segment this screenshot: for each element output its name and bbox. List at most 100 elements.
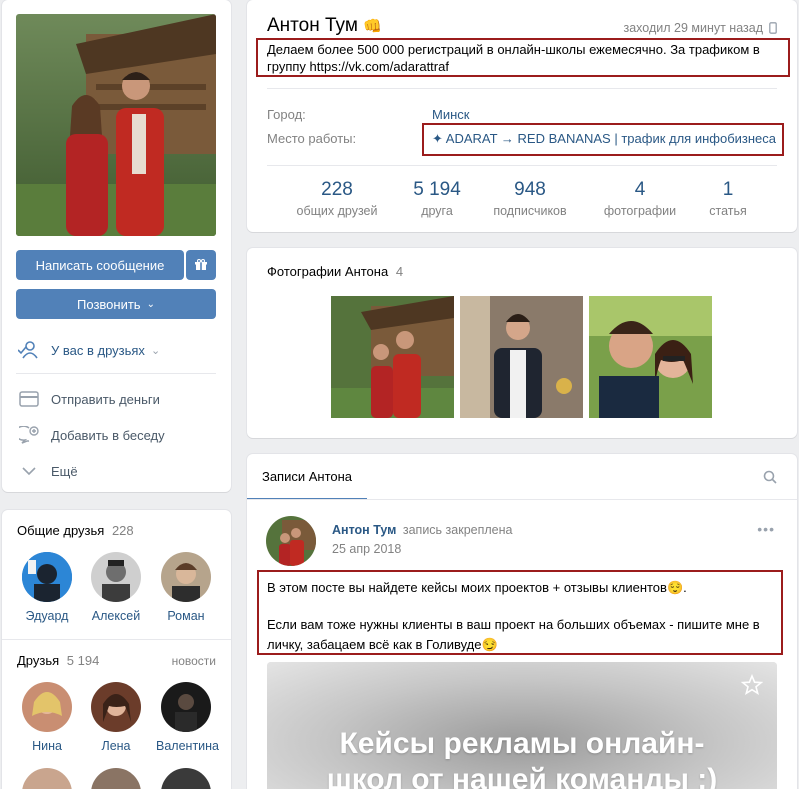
post-date[interactable]: 25 апр 2018	[332, 542, 401, 556]
photos-header[interactable]: Фотографии Антона 4	[267, 264, 403, 279]
search-icon[interactable]	[763, 470, 777, 487]
call-button[interactable]: Позвонить ⌄	[16, 289, 216, 319]
avatar	[91, 682, 141, 732]
friend-name: Роман	[167, 609, 205, 623]
friend-item[interactable]: Валентина	[156, 682, 220, 753]
counter-common-friends[interactable]: 228 общих друзей	[287, 179, 387, 218]
send-money-label: Отправить деньги	[51, 391, 160, 407]
friend-item[interactable]: Эдуард	[17, 552, 77, 623]
send-money-item[interactable]: Отправить деньги	[18, 389, 160, 409]
avatar	[22, 768, 72, 789]
counter-label: друга	[421, 204, 453, 218]
photo-thumb[interactable]	[460, 296, 583, 418]
avatar	[161, 682, 211, 732]
divider	[267, 88, 777, 89]
user-check-icon	[18, 340, 40, 360]
avatar	[22, 552, 72, 602]
info-value-city[interactable]: Минск	[432, 107, 469, 122]
counter-value: 4	[634, 179, 646, 200]
mobile-icon	[769, 22, 777, 34]
counter-label: общих друзей	[296, 204, 378, 218]
avatar[interactable]	[266, 516, 316, 566]
counter-followers[interactable]: 948 подписчиков	[485, 179, 575, 218]
send-message-label: Написать сообщение	[35, 257, 165, 273]
highlight-workplace	[422, 123, 784, 156]
counter-label: фотографии	[603, 204, 677, 218]
last-seen-text: заходил 29 минут назад	[623, 21, 763, 35]
counter-photos[interactable]: 4 фотографии	[597, 179, 683, 218]
gift-button[interactable]	[186, 250, 216, 280]
info-label-city: Город:	[267, 107, 306, 122]
photo-thumb[interactable]	[331, 296, 454, 418]
more-item[interactable]: Ещё	[18, 461, 78, 481]
friends-status-dropdown[interactable]: У вас в друзьях ⌄	[18, 340, 160, 360]
friend-name: Лена	[101, 739, 131, 753]
divider	[267, 165, 777, 166]
counter-value: 948	[514, 179, 546, 200]
counter-articles[interactable]: 1 статья	[697, 179, 759, 218]
avatar	[91, 768, 141, 789]
friend-name: Алексей	[91, 609, 141, 623]
photo-thumb[interactable]	[589, 296, 712, 418]
divider	[16, 373, 216, 374]
profile-info-card: Антон Тум 👊 заходил 29 минут назад Делае…	[247, 0, 797, 232]
friend-name: Валентина	[156, 739, 220, 753]
friend-name: Нина	[32, 739, 62, 753]
avatar	[161, 552, 211, 602]
friends-updates-link[interactable]: новости	[172, 654, 216, 668]
last-seen: заходил 29 минут назад	[623, 21, 777, 35]
page-title: Антон Тум 👊	[267, 15, 382, 37]
avatar	[22, 682, 72, 732]
send-message-button[interactable]: Написать сообщение	[16, 250, 184, 280]
friend-item[interactable]: Роман	[156, 552, 216, 623]
photos-title: Фотографии Антона	[267, 264, 389, 279]
post-menu-icon[interactable]: •••	[757, 521, 775, 537]
friends-header[interactable]: Друзья 5 194	[17, 653, 99, 668]
chevron-down-icon: ⌄	[150, 344, 161, 357]
friend-item[interactable]: Нина	[17, 682, 77, 753]
common-friends-header[interactable]: Общие друзья 228	[17, 523, 134, 538]
tab-wall-posts-label: Записи Антона	[261, 468, 353, 484]
friends-title: Друзья	[17, 653, 60, 668]
fist-icon: 👊	[363, 18, 382, 35]
money-card-icon	[18, 389, 40, 409]
friend-name: Эдуард	[25, 609, 69, 623]
call-label: Позвонить	[77, 296, 141, 312]
profile-name: Антон Тум	[267, 15, 358, 36]
divider	[2, 639, 231, 640]
highlight-post-text	[257, 570, 783, 655]
post-image-caption: Кейсы рекламы онлайн-школ от нашей коман…	[326, 727, 718, 789]
friends-status-label: У вас в друзьях	[51, 342, 145, 358]
counter-label: подписчиков	[493, 204, 567, 218]
chat-add-icon	[18, 425, 40, 445]
post-header: Антон Тум запись закреплена	[332, 523, 512, 537]
gift-icon	[195, 259, 207, 271]
post-author[interactable]: Антон Тум	[332, 523, 396, 537]
avatar	[91, 552, 141, 602]
avatar	[161, 768, 211, 789]
divider	[247, 499, 797, 500]
photos-count: 4	[395, 264, 404, 279]
star-icon[interactable]	[740, 673, 764, 699]
friend-item[interactable]: Алексей	[86, 552, 146, 623]
info-label-work: Место работы:	[267, 131, 357, 146]
more-label: Ещё	[51, 463, 78, 479]
friends-count: 5 194	[66, 653, 100, 668]
counter-value: 228	[321, 179, 353, 200]
counter-value: 1	[722, 179, 734, 200]
add-to-chat-item[interactable]: Добавить в беседу	[18, 425, 165, 445]
counter-friends[interactable]: 5 194 друга	[397, 179, 477, 218]
chevron-down-icon	[18, 461, 40, 481]
highlight-status	[256, 38, 790, 77]
profile-photo[interactable]	[16, 14, 216, 236]
post-image[interactable]: Кейсы рекламы онлайн-школ от нашей коман…	[267, 662, 777, 789]
tab-wall-posts[interactable]: Записи Антона	[247, 454, 367, 500]
common-friends-title: Общие друзья	[17, 523, 105, 538]
common-friends-count: 228	[111, 523, 134, 538]
friends-card: Общие друзья 228 Эдуард Алексей Роман Др…	[2, 510, 231, 789]
counter-value: 5 194	[413, 179, 461, 200]
chevron-down-icon: ⌄	[146, 298, 155, 310]
counter-label: статья	[709, 204, 747, 218]
post-pinned-note: запись закреплена	[402, 523, 513, 537]
friend-item[interactable]: Лена	[86, 682, 146, 753]
